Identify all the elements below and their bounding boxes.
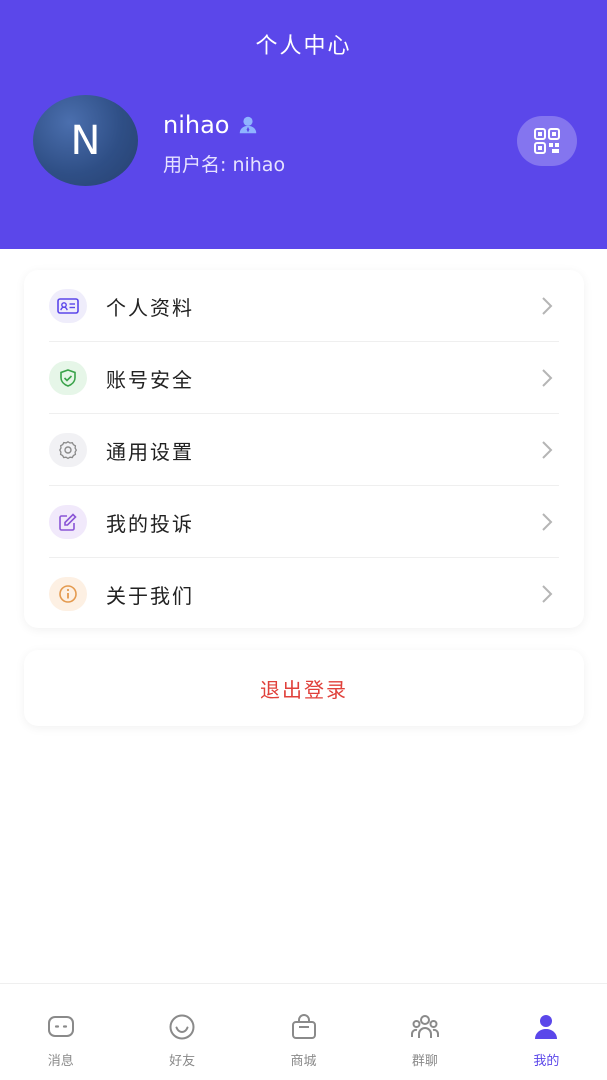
- edit-icon: [59, 513, 77, 531]
- chevron-right-icon: [542, 441, 553, 459]
- profile-card-icon: [57, 298, 79, 314]
- smile-icon: [169, 1014, 195, 1040]
- menu-item-general-settings[interactable]: 通用设置: [24, 414, 584, 486]
- chevron-right-icon: [542, 513, 553, 531]
- shopping-bag-icon: [291, 1014, 316, 1039]
- chevron-right-icon: [542, 585, 553, 603]
- username-line: 用户名: nihao: [163, 154, 286, 176]
- menu-item-profile[interactable]: 个人资料: [24, 270, 584, 342]
- qr-code-button[interactable]: [517, 116, 577, 166]
- chevron-right-icon: [542, 297, 553, 315]
- menu-icon-wrap: [49, 577, 87, 611]
- gear-icon: [59, 441, 78, 460]
- tab-mall[interactable]: 商城: [243, 984, 364, 1080]
- tab-label: 群聊: [411, 1054, 438, 1069]
- tab-label: 商城: [290, 1054, 317, 1069]
- profile-screen: 个人中心 N nihao 用户名: nihao 个人资料 账号安全 通用设置 我…: [0, 0, 607, 1080]
- settings-menu: 个人资料 账号安全 通用设置 我的投诉 关于我们: [24, 270, 584, 628]
- logout-button[interactable]: 退出登录: [24, 650, 584, 726]
- menu-icon-wrap: [49, 361, 87, 395]
- qr-code-icon: [534, 128, 560, 154]
- bottom-tab-bar: 消息 好友 商城 群聊 我的: [0, 983, 607, 1080]
- tab-me[interactable]: 我的: [486, 984, 607, 1080]
- chat-icon: [47, 1016, 74, 1037]
- avatar-letter: N: [70, 117, 101, 164]
- menu-item-account-security[interactable]: 账号安全: [24, 342, 584, 414]
- tab-friends[interactable]: 好友: [121, 984, 242, 1080]
- menu-label: 关于我们: [106, 583, 194, 608]
- logout-label: 退出登录: [260, 677, 348, 702]
- menu-icon-wrap: [49, 505, 87, 539]
- tab-label: 我的: [533, 1054, 560, 1069]
- user-name: nihao: [163, 111, 230, 139]
- profile-header: 个人中心 N nihao 用户名: nihao: [0, 0, 607, 249]
- menu-icon-wrap: [49, 289, 87, 323]
- menu-label: 个人资料: [106, 295, 194, 320]
- page-title: 个人中心: [255, 34, 352, 59]
- user-name-row: nihao: [163, 110, 259, 140]
- menu-label: 账号安全: [106, 367, 194, 392]
- chevron-right-icon: [542, 369, 553, 387]
- menu-label: 我的投诉: [106, 511, 194, 536]
- person-icon: [535, 1015, 558, 1039]
- menu-label: 通用设置: [106, 439, 194, 464]
- tab-messages[interactable]: 消息: [0, 984, 121, 1080]
- user-badge-icon: [240, 116, 257, 134]
- menu-icon-wrap: [49, 433, 87, 467]
- info-icon: [59, 585, 77, 603]
- menu-item-about-us[interactable]: 关于我们: [24, 558, 584, 630]
- tab-label: 消息: [47, 1054, 74, 1069]
- tab-group-chat[interactable]: 群聊: [364, 984, 485, 1080]
- tab-label: 好友: [169, 1054, 196, 1069]
- shield-check-icon: [60, 369, 76, 387]
- avatar[interactable]: N: [33, 95, 138, 186]
- menu-item-my-complaints[interactable]: 我的投诉: [24, 486, 584, 558]
- group-icon: [410, 1015, 439, 1038]
